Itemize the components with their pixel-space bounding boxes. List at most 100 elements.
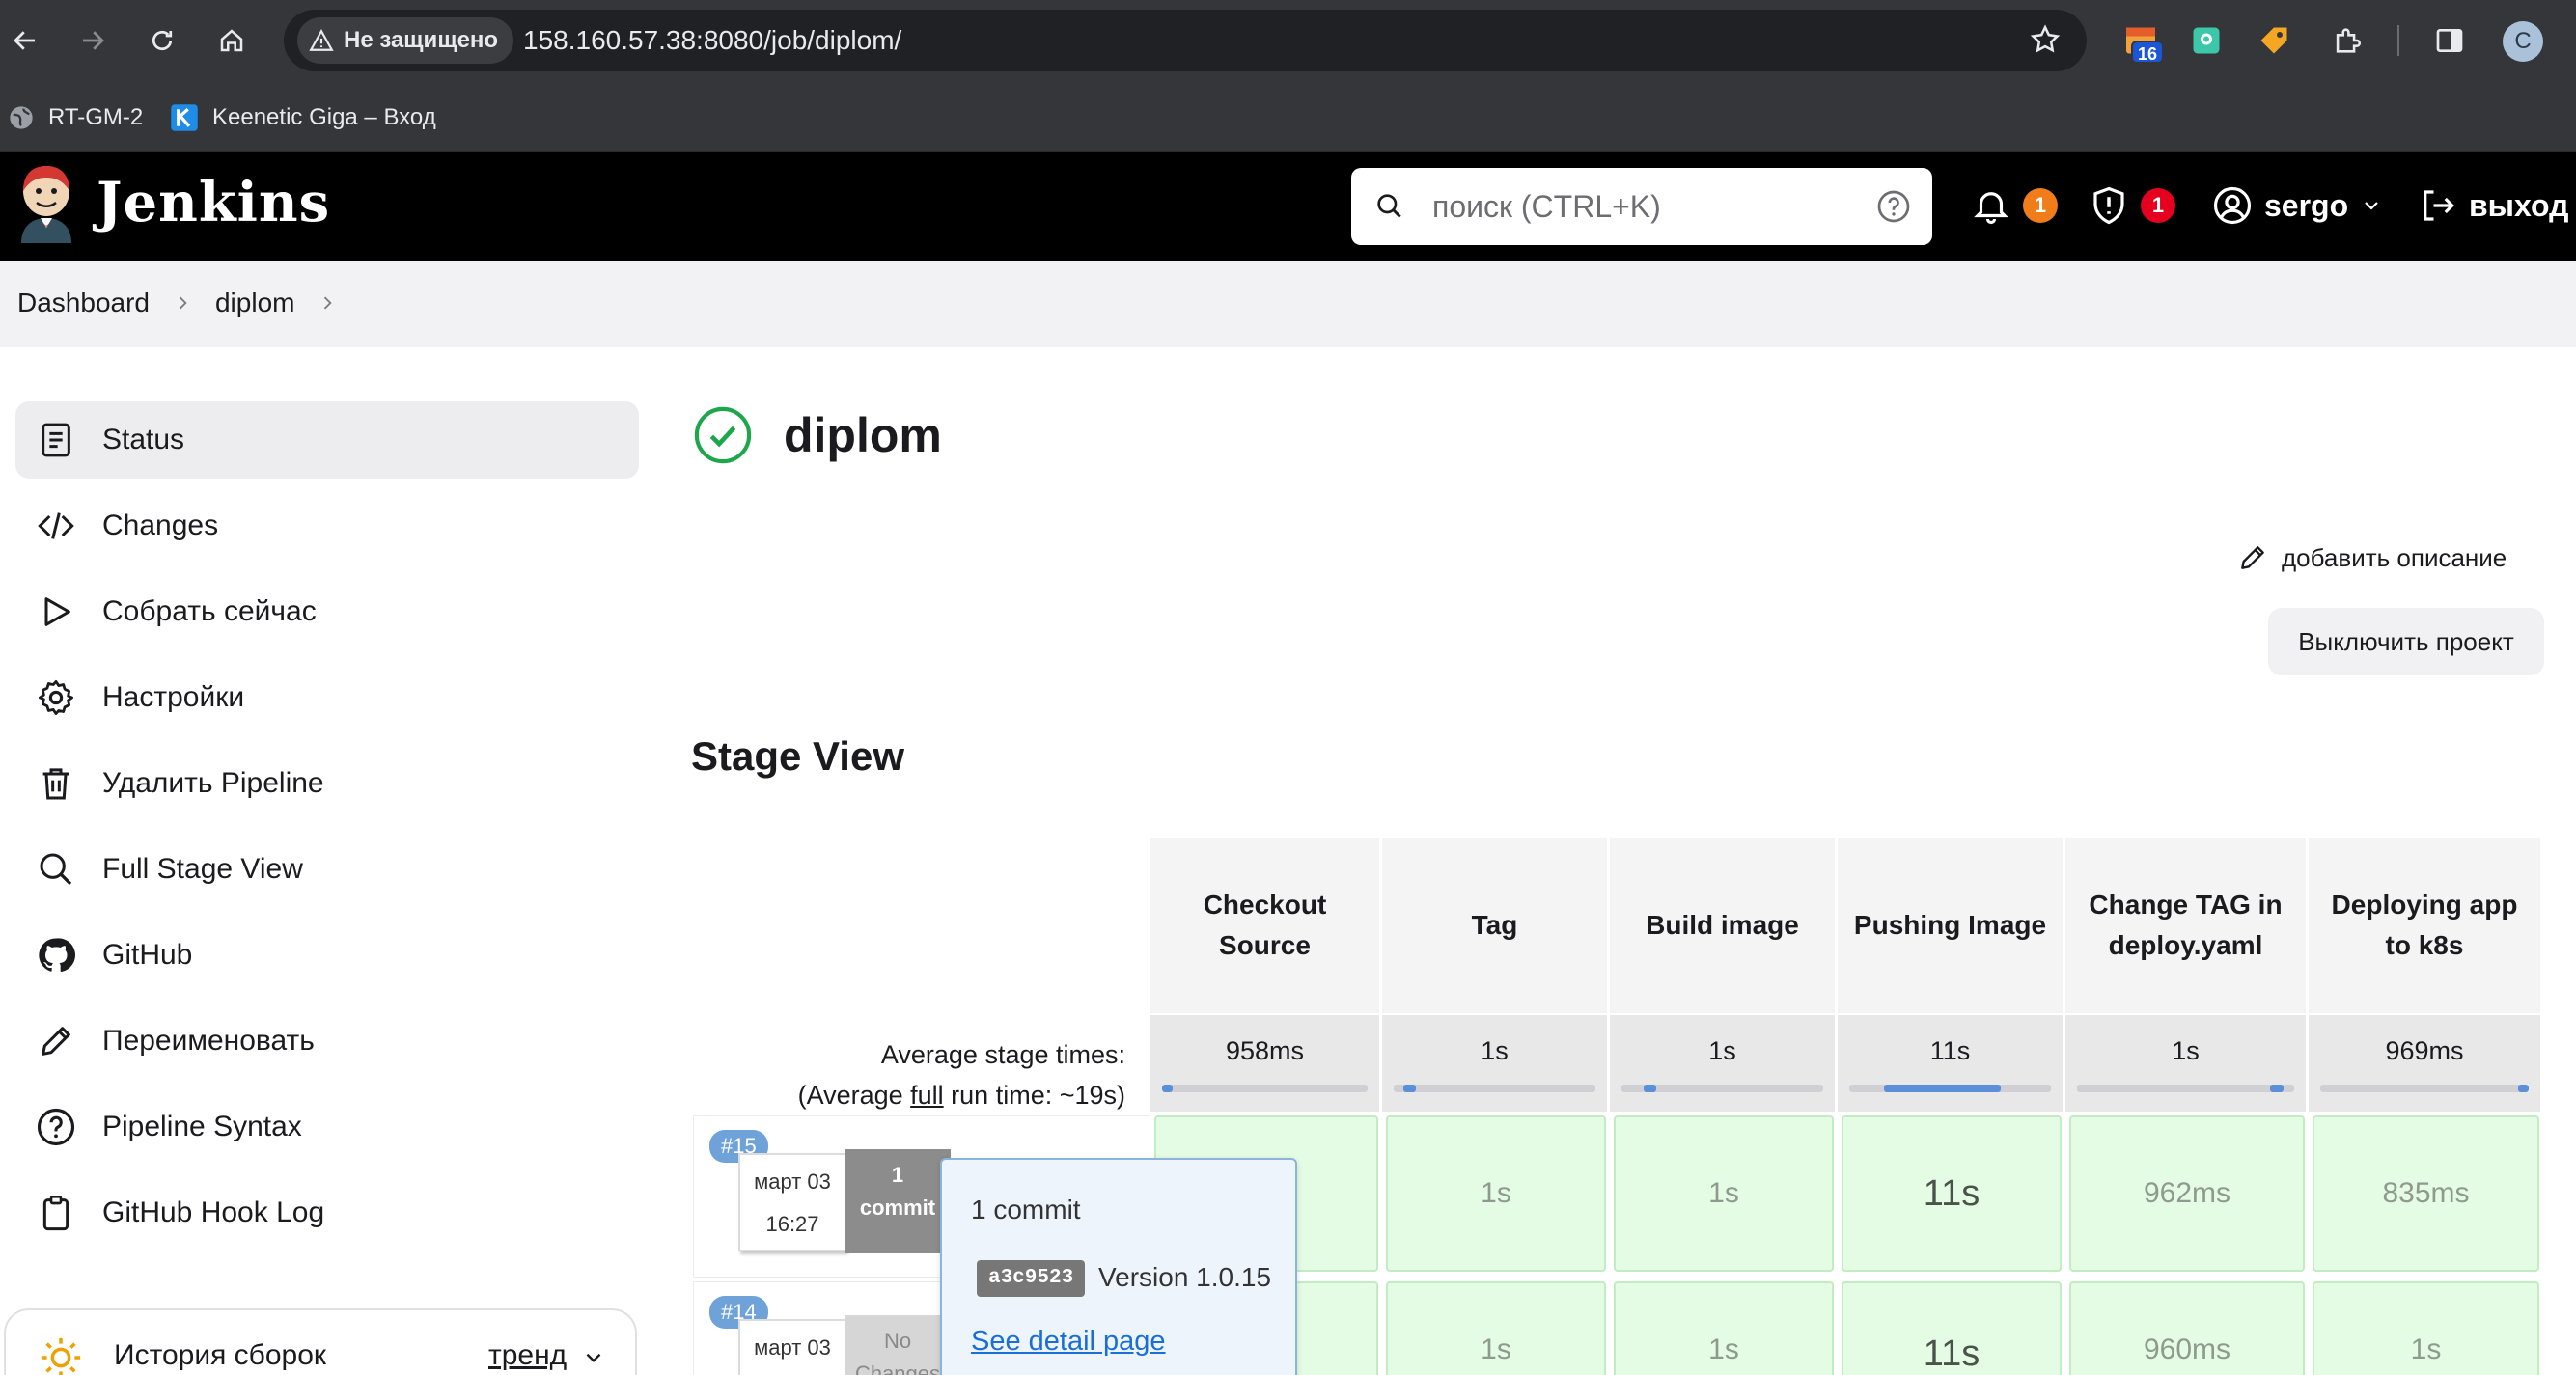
build-history-trend-link[interactable]: тренд [488,1339,567,1372]
stage-cell[interactable]: 1s [1386,1281,1606,1375]
address-bar[interactable]: Не защищено 158.160.57.38:8080/job/diplo… [284,10,2087,71]
stage-cell[interactable]: 1s [1386,1115,1606,1272]
commit-count: No [883,1329,912,1353]
stage-progress-fill [1162,1085,1173,1092]
home-icon [220,29,243,52]
bookmark-rt-gm-2[interactable]: RT-GM-2 [8,98,143,137]
stage-progress-fill [2518,1085,2529,1092]
stage-average-value: 11s [1929,1036,1971,1065]
disable-project-button[interactable]: Выключить проект [2268,608,2544,675]
bookmark-label: Keenetic Giga – Вход [212,104,436,130]
avg-run-prefix: (Average [797,1081,911,1110]
bookmark-keenetic[interactable]: Keenetic Giga – Вход [170,98,436,137]
stage-cell[interactable]: 1s [2313,1281,2539,1375]
stage-cell[interactable]: 835ms [2313,1115,2539,1272]
notifications-button[interactable]: 1 [1971,185,2058,226]
run-commit-box[interactable]: 1 commit [845,1149,951,1253]
logout-button[interactable]: выход [2417,185,2568,226]
stage-header: Checkout Source [1150,838,1382,1013]
sidebar-item-rename[interactable]: Переименовать [15,1003,639,1080]
bookmark-star-button[interactable] [2029,23,2062,56]
sidebar-item-status[interactable]: Status [15,401,639,479]
sidebar-item-label: GitHub Hook Log [102,1196,325,1228]
jenkins-home-link[interactable]: Jenkins [15,162,330,243]
stage-cell[interactable]: 1s [1614,1115,1834,1272]
extensions-menu-button[interactable] [2326,19,2368,62]
sidebar-item-label: Status [102,424,185,455]
job-header: diplom [693,405,942,465]
back-button[interactable] [2,17,48,64]
average-times-label: Average stage times: (Average full run t… [734,1034,1125,1115]
stage-cell[interactable]: 1s [1614,1281,1834,1375]
breadcrumb: Dashboard diplom [17,288,360,318]
bookmark-label: RT-GM-2 [48,104,144,130]
extension-robot-button[interactable] [2185,19,2228,62]
breadcrumb-dashboard[interactable]: Dashboard [17,288,150,318]
robot-extension-icon [2193,27,2220,54]
search-help-icon[interactable] [1876,189,1911,224]
chevron-right-icon [173,293,192,313]
see-detail-page-link[interactable]: See detail page [971,1326,1166,1358]
play-icon [35,591,77,633]
stage-average-value: 1s [1481,1036,1509,1065]
breadcrumb-bar: Dashboard diplom [0,261,2576,347]
pencil-icon [35,1020,77,1062]
security-button[interactable]: 1 [2089,185,2175,226]
keenetic-logo-icon [171,104,198,131]
arrow-left-icon [14,31,35,50]
toolbar-divider [2397,25,2399,56]
run-commit-box[interactable]: No Changes [845,1315,951,1375]
help-circle-icon [35,1106,77,1148]
sidebar-item-github-hook-log[interactable]: GitHub Hook Log [15,1174,639,1251]
search-box [1351,168,1932,245]
run-date-day: март 03 [754,1335,831,1360]
tooltip-commit-count: 1 commit [971,1195,1081,1224]
breadcrumb-diplom[interactable]: diplom [215,288,294,318]
sidebar-item-full-stage-view[interactable]: Full Stage View [15,831,639,908]
sidebar-item-pipeline-syntax[interactable]: Pipeline Syntax [15,1088,639,1166]
stage-cell[interactable]: 11s [1842,1115,2062,1272]
forward-button[interactable] [69,17,116,64]
stage-cell[interactable]: 962ms [2069,1115,2305,1272]
stage-progress-bar [1394,1085,1595,1092]
sidebar-item-build-now[interactable]: Собрать сейчас [15,573,639,650]
puzzle-icon [2336,28,2361,53]
stage-header: Build image [1610,838,1838,1013]
user-menu-button[interactable]: sergo [2212,185,2383,226]
stage-cell[interactable]: 11s [1842,1281,2062,1375]
jenkins-logo-text: Jenkins [97,171,331,234]
sidebar-item-delete-pipeline[interactable]: Удалить Pipeline [15,745,639,822]
sidebar-item-label: Собрать сейчас [102,595,317,627]
search-input[interactable] [1432,181,1857,232]
side-panel-button[interactable] [2428,19,2471,62]
home-button[interactable] [208,17,255,64]
full-run-link[interactable]: full [910,1081,944,1110]
user-name: sergo [2264,187,2349,223]
github-icon [35,934,77,976]
bookmarks-bar: RT-GM-2 Keenetic Giga – Вход [0,81,2576,152]
sidebar-item-changes[interactable]: Changes [15,487,639,564]
code-icon [35,505,77,547]
add-description-link[interactable]: добавить описание [2237,542,2507,573]
stage-progress-fill [2270,1085,2284,1092]
stage-cell[interactable]: 960ms [2069,1281,2305,1375]
arrow-right-icon [83,31,104,50]
stage-progress-fill [1883,1085,2001,1092]
profile-avatar[interactable]: C [2503,21,2543,62]
chevron-down-icon[interactable] [581,1345,606,1370]
sidebar-item-settings[interactable]: Настройки [15,659,639,736]
stage-progress-fill [1643,1085,1656,1092]
stage-average-time: 11s [1838,1015,2065,1112]
build-history-title: История сборок [114,1339,327,1371]
build-history-panel: История сборок тренд [4,1308,637,1375]
run-date: март 03 [738,1319,846,1375]
security-label: Не защищено [344,27,499,53]
reload-button[interactable] [139,17,185,64]
stage-average-value: 1s [1708,1036,1736,1065]
search-icon [35,848,77,891]
extension-tag-button[interactable] [2253,19,2295,62]
stage-progress-bar [1162,1085,1368,1092]
url-text[interactable]: 158.160.57.38:8080/job/diplom/ [523,25,901,56]
sidebar-item-github[interactable]: GitHub [15,917,639,994]
security-chip[interactable]: Не защищено [297,17,514,64]
